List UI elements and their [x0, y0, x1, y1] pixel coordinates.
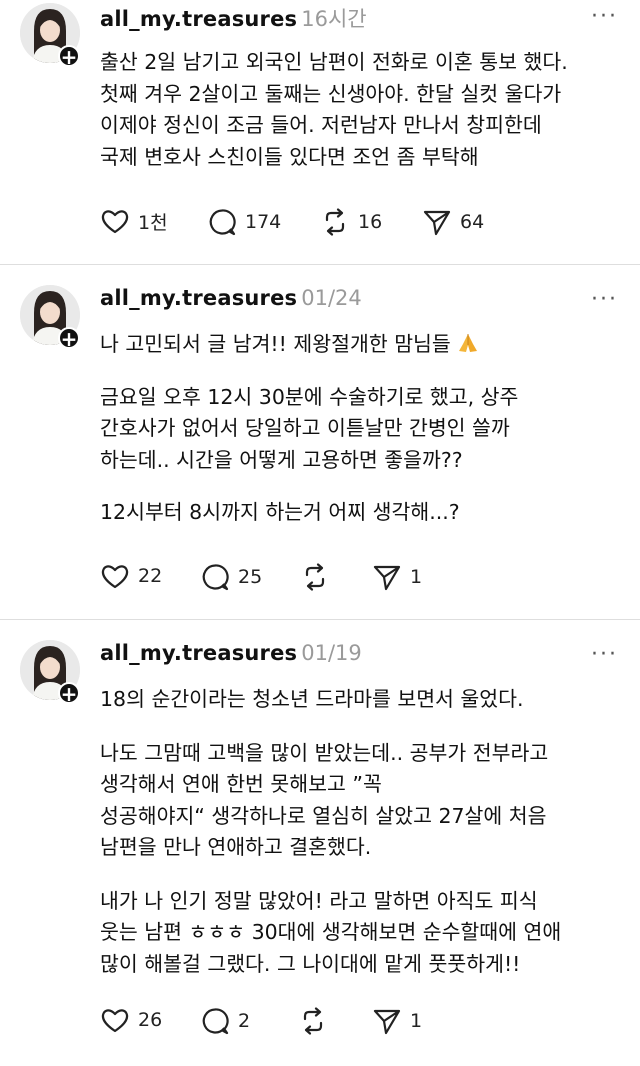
comment-button[interactable]: 174: [207, 207, 281, 237]
post-text: 내가 나 인기 정말 많았어! 라고 말하면 아직도 피식웃는 남편 ㅎㅎㅎ 3…: [100, 886, 618, 981]
send-icon: [373, 565, 401, 591]
comment-count: 2: [238, 1010, 251, 1032]
post-body: 나 고민되서 글 남겨!! 제왕절개한 맘님들 금요일 오후 12시 30분에 …: [100, 329, 618, 549]
share-count: 1: [410, 566, 423, 588]
more-options-icon[interactable]: ···: [591, 287, 618, 312]
post-body: 출산 2일 남기고 외국인 남편이 전화로 이혼 통보 했다. 첫째 겨우 2살이…: [100, 47, 618, 193]
comment-count: 174: [245, 211, 282, 233]
comment-bubble-icon: [202, 1008, 229, 1035]
comment-count: 25: [238, 566, 263, 588]
like-button[interactable]: 22: [100, 562, 162, 590]
repost-count: 16: [358, 211, 383, 233]
post-text-line: 하는데.. 시간을 어떻게 고용하면 좋을까??: [100, 447, 463, 472]
username[interactable]: all_my.treasures: [100, 7, 297, 31]
post-time: 01/24: [301, 286, 362, 310]
more-options-icon[interactable]: ···: [591, 642, 618, 667]
post-2: + all_my.treasures 01/24 ··· 나 고민되서 글 남겨!…: [0, 265, 640, 620]
repost-icon: [305, 563, 325, 591]
post-3: + all_my.treasures 01/19 ··· 18의 순간이라는 청소…: [0, 620, 640, 1066]
like-count: 22: [138, 565, 163, 587]
username[interactable]: all_my.treasures: [100, 641, 297, 665]
post-text-line: 많이 해볼걸 그랬다. 그 나이대에 맡게 풋풋하게!!: [100, 951, 521, 976]
share-count: 64: [460, 211, 485, 233]
post-text-line: 출산 2일 남기고 외국인 남편이 전화로 이혼 통보 했다.: [100, 50, 568, 74]
follow-plus-icon[interactable]: +: [58, 682, 80, 705]
post-text-line: 이제야 정신이 조금 들어. 저런남자 만나서 창피한데: [100, 113, 542, 137]
post-body: 18의 순간이라는 청소년 드라마를 보면서 울었다. 나도 그맘때 고백을 많…: [100, 684, 618, 1000]
username[interactable]: all_my.treasures: [100, 286, 297, 310]
send-icon: [373, 1009, 401, 1035]
post-text-line: 국제 변호사 스친이들 있다면 조언 좀 부탁해: [100, 144, 479, 169]
repost-icon: [303, 1007, 323, 1035]
comment-bubble-icon: [209, 209, 236, 236]
repost-button[interactable]: [300, 562, 338, 592]
post-time: 01/19: [301, 641, 362, 665]
post-text-line: 18의 순간이라는 청소년 드라마를 보면서 울었다.: [100, 687, 524, 711]
like-count: 1천: [138, 211, 168, 234]
action-bar: 1천 174 16 64: [100, 207, 520, 237]
action-bar: 26 2 1: [100, 1006, 520, 1036]
comment-button[interactable]: 25: [200, 562, 262, 592]
post-time: 16시간: [301, 7, 367, 31]
comment-bubble-icon: [202, 564, 229, 591]
share-button[interactable]: 1: [372, 1006, 422, 1036]
heart-icon: [101, 210, 129, 234]
share-button[interactable]: 1: [372, 562, 422, 592]
heart-icon: [101, 1009, 129, 1033]
post-text-line: 12시부터 8시까지 하는거 어찌 생각해...?: [100, 500, 460, 524]
follow-plus-icon[interactable]: +: [58, 327, 80, 350]
share-count: 1: [410, 1010, 423, 1032]
follow-plus-icon[interactable]: +: [58, 45, 80, 68]
post-text-line: 간호사가 없어서 당일하고 이튿날만 간병인 쓸까: [100, 416, 510, 440]
like-count: 26: [138, 1009, 163, 1031]
post-text: 출산 2일 남기고 외국인 남편이 전화로 이혼 통보 했다. 첫째 겨우 2살이…: [100, 47, 618, 173]
post-text-line: 성공해야지“ 생각하나로 열심히 살았고 27살에 처음: [100, 803, 547, 828]
heart-icon: [101, 565, 129, 589]
post-header: all_my.treasures 01/19: [100, 641, 362, 665]
post-text: 나도 그맘때 고백을 많이 받았는데.. 공부가 전부라고생각해서 연애 한번 …: [100, 738, 618, 864]
send-icon: [423, 210, 451, 236]
post-text: 12시부터 8시까지 하는거 어찌 생각해...?: [100, 497, 618, 529]
post-text-line: 웃는 남편 ㅎㅎㅎ 30대에 생각해보면 순수할때에 연애: [100, 920, 562, 944]
comment-button[interactable]: 2: [200, 1006, 250, 1036]
post-text-line: 금요일 오후 12시 30분에 수술하기로 했고, 상주: [100, 384, 519, 409]
post-text-line: 첫째 겨우 2살이고 둘째는 신생아야. 한달 실컷 울다가: [100, 81, 562, 106]
post-text-line: 나도 그맘때 고백을 많이 받았는데.. 공부가 전부라고: [100, 740, 549, 765]
more-options-icon[interactable]: ···: [591, 4, 618, 29]
folded-hands-icon: [459, 334, 478, 352]
post-text: 18의 순간이라는 청소년 드라마를 보면서 울었다.: [100, 684, 618, 716]
post-text-line: 남편을 만나 연애하고 결혼했다.: [100, 835, 372, 859]
post-1: + all_my.treasures 16시간 ··· 출산 2일 남기고 외국인…: [0, 0, 640, 265]
post-text-line: 내가 나 인기 정말 많았어! 라고 말하면 아직도 피식: [100, 888, 538, 913]
post-header: all_my.treasures 16시간: [100, 3, 367, 33]
post-text-line: 나 고민되서 글 남겨!! 제왕절개한 맘님들: [100, 332, 451, 356]
like-button[interactable]: 1천: [100, 207, 168, 235]
action-bar: 22 25 1: [100, 562, 520, 592]
post-text: 금요일 오후 12시 30분에 수술하기로 했고, 상주간호사가 없어서 당일하…: [100, 382, 618, 477]
like-button[interactable]: 26: [100, 1006, 162, 1034]
share-button[interactable]: 64: [422, 207, 484, 237]
post-text: 나 고민되서 글 남겨!! 제왕절개한 맘님들: [100, 329, 618, 361]
repost-button[interactable]: [298, 1006, 336, 1036]
repost-icon: [325, 208, 345, 236]
post-header: all_my.treasures 01/24: [100, 286, 362, 310]
repost-button[interactable]: 16: [320, 207, 382, 237]
post-text-line: 생각해서 연애 한번 못해보고 ”꼭: [100, 772, 382, 796]
